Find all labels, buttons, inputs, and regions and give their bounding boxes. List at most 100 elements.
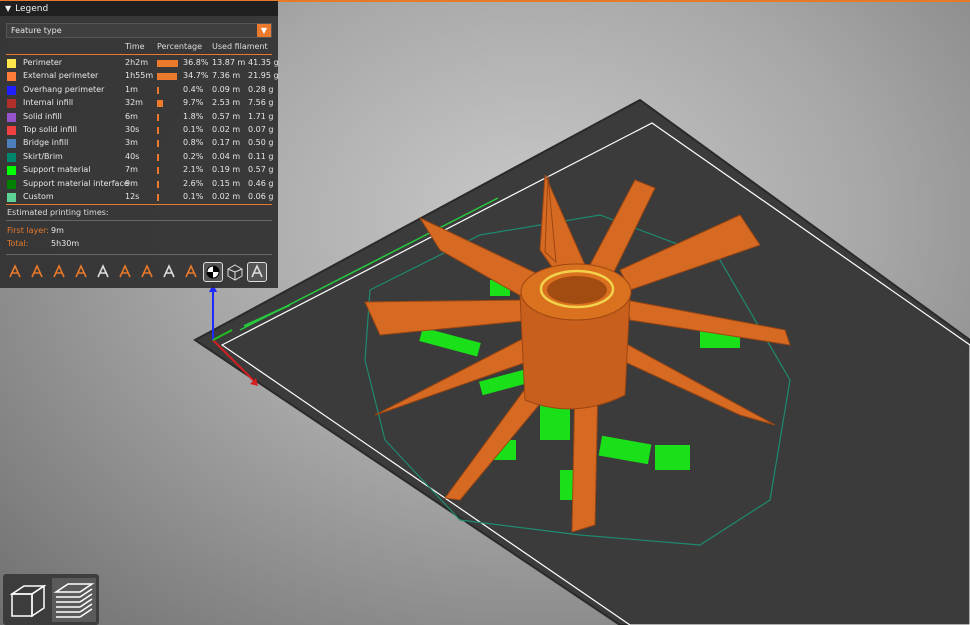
percentage-bar (157, 180, 159, 188)
feature-color-swatch (7, 179, 16, 189)
legend-row: Support material 7m 2.1% 0.19 m 0.57 g (0, 164, 278, 177)
feature-filament-weight: 0.11 g (248, 151, 274, 161)
deretractions-icon[interactable] (72, 263, 90, 281)
feature-percentage: 0.4% (183, 84, 204, 94)
legend-header[interactable]: ▼ Legend (0, 1, 278, 16)
feature-time: 1h55m (125, 71, 154, 81)
retractions-icon[interactable] (50, 263, 68, 281)
custom-gcode-icon[interactable] (182, 263, 200, 281)
percentage-bar (157, 113, 159, 121)
legend-options-toolbar (6, 262, 270, 282)
feature-time: 12s (125, 192, 140, 201)
feature-name: Support material interface (23, 178, 129, 188)
legend-separator (6, 220, 272, 221)
feature-name: Custom (23, 192, 54, 201)
feature-filament-length: 0.19 m (212, 165, 241, 175)
legend-row: Solid infill 6m 1.8% 0.57 m 1.71 g (0, 111, 278, 124)
column-header-filament: Used filament (212, 42, 268, 51)
feature-filament-length: 0.17 m (212, 138, 241, 148)
feature-color-swatch (7, 59, 16, 68)
percentage-bar (157, 153, 159, 161)
feature-time: 1m (125, 84, 138, 94)
feature-name: Perimeter (23, 58, 63, 67)
center-of-gravity-icon[interactable] (203, 262, 223, 282)
collapse-triangle-icon[interactable]: ▼ (5, 4, 11, 13)
feature-color-swatch (7, 166, 16, 176)
percentage-bar (157, 140, 159, 148)
feature-percentage: 1.8% (183, 111, 204, 121)
feature-time: 7m (125, 165, 138, 175)
feature-color-swatch (7, 72, 16, 82)
feature-time: 2h2m (125, 58, 149, 67)
legend-row: Perimeter 2h2m 36.8% 13.87 m 41.35 g (0, 57, 279, 70)
column-header-time: Time (125, 42, 145, 51)
shells-icon[interactable] (226, 263, 244, 281)
feature-percentage: 36.8% (183, 58, 209, 67)
feature-name: Skirt/Brim (23, 151, 63, 161)
feature-percentage: 0.1% (183, 125, 204, 134)
color-changes-icon[interactable] (138, 263, 156, 281)
feature-percentage: 34.7% (183, 71, 209, 81)
feature-filament-weight: 0.57 g (248, 165, 274, 175)
feature-time: 6m (125, 111, 138, 121)
fan-hub-hole (547, 276, 607, 304)
feature-filament-length: 2.53 m (212, 98, 241, 108)
feature-time: 32m (125, 98, 143, 108)
feature-name: Bridge infill (23, 138, 69, 148)
legend-row: Support material interface 9m 2.6% 0.15 m 0.… (0, 178, 278, 191)
legend-row: External perimeter 1h55m 34.7% 7.36 m 21.95 … (0, 70, 279, 83)
feature-name: Solid infill (23, 111, 62, 121)
feature-percentage: 2.6% (183, 178, 204, 188)
feature-filament-length: 0.15 m (212, 178, 241, 188)
legend-separator (6, 54, 272, 55)
legend-row: Skirt/Brim 40s 0.2% 0.04 m 0.11 g (0, 151, 278, 164)
feature-name: External perimeter (23, 71, 99, 81)
column-header-percentage: Percentage (157, 42, 203, 51)
feature-color-swatch (7, 112, 16, 122)
feature-filament-weight: 0.28 g (248, 84, 274, 94)
percentage-bar (157, 60, 178, 67)
wipe-icon[interactable] (28, 263, 46, 281)
view-type-dropdown[interactable]: Feature type ▼ (6, 23, 272, 38)
feature-filament-length: 0.02 m (212, 125, 241, 134)
3d-view-icon[interactable] (6, 578, 50, 622)
legend-title: Legend (15, 3, 49, 14)
legend-row: Bridge infill 3m 0.8% 0.17 m 0.50 g (0, 137, 278, 150)
feature-filament-weight: 21.95 g (248, 71, 279, 81)
feature-filament-weight: 41.35 g (248, 58, 279, 67)
legend-row: Overhang perimeter 1m 0.4% 0.09 m 0.28 g (0, 84, 278, 97)
pause-icon[interactable] (160, 263, 178, 281)
total-label: Total: (7, 239, 29, 248)
feature-filament-length: 0.09 m (212, 84, 241, 94)
feature-name: Top solid infill (23, 125, 77, 134)
feature-percentage: 0.8% (183, 138, 204, 148)
feature-color-swatch (7, 139, 16, 149)
feature-filament-length: 7.36 m (212, 71, 241, 81)
percentage-bar (157, 86, 159, 94)
feature-filament-weight: 0.50 g (248, 138, 274, 148)
legend-separator (6, 254, 272, 255)
feature-time: 30s (125, 125, 140, 134)
feature-color-swatch (7, 193, 16, 202)
legend-row: Top solid infill 30s 0.1% 0.02 m 0.07 g (0, 124, 278, 137)
feature-color-swatch (7, 152, 16, 162)
feature-filament-length: 0.02 m (212, 192, 241, 201)
travel-icon[interactable] (6, 263, 24, 281)
feature-time: 9m (125, 178, 138, 188)
first-layer-label: First layer: (7, 226, 50, 235)
feature-filament-weight: 0.06 g (248, 192, 274, 201)
feature-filament-weight: 0.46 g (248, 178, 274, 188)
percentage-bar (157, 127, 159, 134)
feature-color-swatch (7, 126, 16, 135)
legend-panel: ▼ Legend Feature type ▼ Time Percentage … (0, 1, 279, 288)
tool-changes-icon[interactable] (116, 263, 134, 281)
tool-marker-icon[interactable] (247, 262, 267, 282)
feature-filament-weight: 7.56 g (248, 98, 274, 108)
seams-icon[interactable] (94, 263, 112, 281)
feature-percentage: 0.1% (183, 192, 204, 201)
chevron-down-icon[interactable]: ▼ (257, 24, 271, 37)
feature-filament-length: 0.04 m (212, 151, 241, 161)
feature-percentage: 9.7% (183, 98, 204, 108)
legend-separator (6, 204, 272, 205)
preview-layers-icon[interactable] (52, 578, 96, 622)
